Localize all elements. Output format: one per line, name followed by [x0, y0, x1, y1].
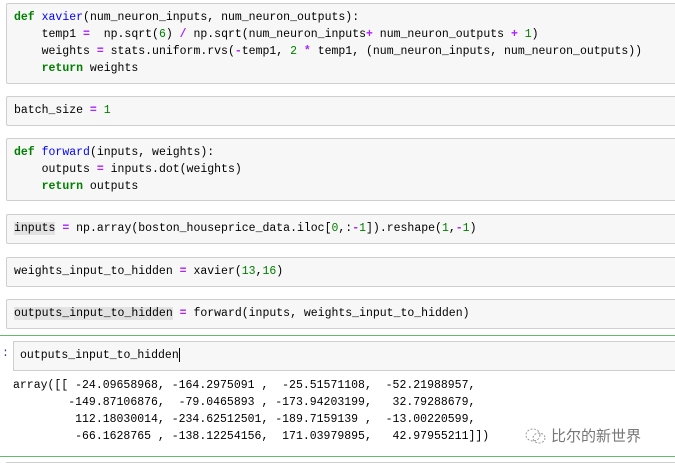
- code-text: ,:: [338, 222, 353, 235]
- code-line: weights_input_to_hidden = xavier(13,16): [14, 263, 675, 280]
- code-cell-outputs[interactable]: outputs_input_to_hidden = forward(inputs…: [6, 299, 675, 329]
- number-literal: 1: [96, 104, 111, 117]
- code-line: outputs_input_to_hidden = forward(inputs…: [14, 305, 675, 322]
- number-literal: 13: [241, 265, 256, 278]
- code-text: weights: [83, 62, 139, 75]
- active-cell-input[interactable]: outputs_input_to_hidden: [13, 341, 675, 371]
- code-text: np.array(boston_houseprice_data.iloc[: [69, 222, 332, 235]
- code-cell-batch-size[interactable]: batch_size = 1: [6, 96, 675, 126]
- number-literal: 2: [290, 45, 297, 58]
- operator: =: [96, 163, 104, 176]
- code-text: weights_input_to_hidden: [14, 265, 180, 278]
- active-cell-code: outputs_input_to_hidden: [20, 349, 179, 363]
- code-line: batch_size = 1: [14, 102, 675, 119]
- code-text: ,: [448, 222, 456, 235]
- highlighted-token: outputs_input_to_hidden: [14, 307, 173, 320]
- operator: -: [234, 45, 242, 58]
- code-text: np.sqrt(num_neuron_inputs: [186, 28, 366, 41]
- code-text: temp1: [14, 28, 84, 41]
- number-literal: 16: [262, 265, 277, 278]
- operator: =: [83, 28, 90, 41]
- number-literal: 1: [359, 222, 367, 235]
- operator: /: [179, 28, 187, 41]
- code-text: ]).reshape(: [366, 222, 442, 235]
- code-cell-weights[interactable]: weights_input_to_hidden = xavier(13,16): [6, 257, 675, 287]
- code-line: inputs = np.array(boston_houseprice_data…: [14, 220, 675, 237]
- wechat-icon: [525, 428, 546, 443]
- cell-output: array([[ -24.09658968, -164.2975091 , -2…: [13, 377, 489, 445]
- number-literal: 6: [158, 28, 166, 41]
- code-line: def forward(inputs, weights):: [14, 144, 675, 161]
- code-text: batch_size: [14, 104, 90, 117]
- code-line: temp1 = np.sqrt(6) / np.sqrt(num_neuron_…: [14, 26, 675, 43]
- output-line: array([[ -24.09658968, -164.2975091 , -2…: [13, 379, 476, 392]
- code-text: inputs.dot(weights): [103, 163, 242, 176]
- operator: =: [179, 265, 187, 278]
- code-line: weights = stats.uniform.rvs(-temp1, 2 * …: [14, 43, 675, 60]
- code-text: outputs: [83, 180, 139, 193]
- number-literal: 1: [441, 222, 449, 235]
- output-line: -149.87106876, -79.0465893 , -173.942031…: [13, 396, 476, 409]
- operator: *: [296, 45, 311, 58]
- code-line: def xavier(num_neuron_inputs, num_neuron…: [14, 9, 675, 26]
- number-literal: 1: [517, 28, 532, 41]
- keyword: return: [41, 180, 84, 193]
- output-line: -66.1628765 , -138.12254156, 171.0397989…: [13, 430, 490, 443]
- code-text: (num_neuron_inputs, num_neuron_outputs):: [83, 11, 360, 24]
- code-text: ): [531, 28, 539, 41]
- operator: +: [366, 28, 373, 41]
- function-name: forward: [41, 146, 90, 159]
- operator: =: [89, 104, 97, 117]
- code-text: forward(inputs, weights_input_to_hidden): [186, 307, 470, 320]
- code-text: outputs: [14, 163, 97, 176]
- code-text: np.sqrt(: [89, 28, 159, 41]
- code-line: outputs = inputs.dot(weights): [14, 161, 675, 178]
- keyword: return: [41, 62, 84, 75]
- keyword: def: [14, 11, 35, 24]
- keyword: def: [14, 146, 35, 159]
- highlighted-token: inputs: [14, 222, 56, 235]
- watermark-text: 比尔的新世界: [551, 427, 642, 445]
- operator: +: [510, 28, 518, 41]
- operator: =: [96, 45, 104, 58]
- operator: =: [179, 307, 187, 320]
- next-cell-edge: [6, 462, 675, 463]
- code-line: return weights: [14, 60, 675, 77]
- input-prompt: :: [2, 347, 9, 360]
- code-text: (inputs, weights):: [89, 146, 215, 159]
- code-line: return outputs: [14, 178, 675, 195]
- code-text: num_neuron_outputs: [372, 28, 511, 41]
- code-text: temp1,: [241, 45, 291, 58]
- code-text: stats.uniform.rvs(: [103, 45, 235, 58]
- code-text: ): [276, 265, 284, 278]
- output-line: 112.18030014, -234.62512501, -189.715913…: [13, 413, 476, 426]
- code-cell-forward[interactable]: def forward(inputs, weights): outputs = …: [6, 138, 675, 201]
- watermark: 比尔的新世界: [525, 425, 641, 446]
- code-text: temp1, (num_neuron_inputs, num_neuron_ou…: [310, 45, 643, 58]
- function-name: xavier: [41, 11, 84, 24]
- code-text: ): [469, 222, 477, 235]
- operator: -: [455, 222, 463, 235]
- number-literal: 1: [462, 222, 470, 235]
- code-text: xavier(: [186, 265, 242, 278]
- code-cell-inputs[interactable]: inputs = np.array(boston_houseprice_data…: [6, 214, 675, 244]
- text-cursor: [178, 348, 180, 362]
- code-text: ): [165, 28, 180, 41]
- code-cell-xavier[interactable]: def xavier(num_neuron_inputs, num_neuron…: [6, 3, 675, 84]
- code-text: weights: [14, 45, 97, 58]
